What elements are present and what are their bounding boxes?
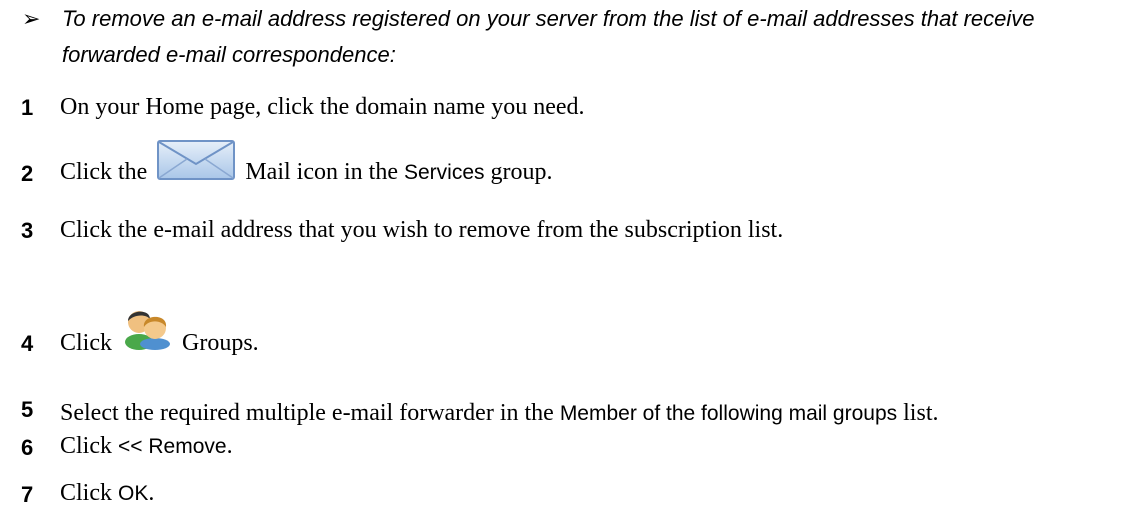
step-text: Click << Remove. [60,433,233,459]
procedure-title: To remove an e-mail address registered o… [62,6,1035,67]
step-number: 5 [21,397,34,422]
mail-envelope-icon [157,140,236,186]
step-1: 1 On your Home page, click the domain na… [21,82,1121,126]
step-text: Click Groups. [60,304,259,356]
step-number: 7 [21,482,34,507]
step-text: On your Home page, click the domain name… [60,94,585,120]
step-text: Click the Mail icon in the Services grou… [60,140,553,186]
step-2: 2 Click the Mail icon in the Services gr… [21,140,1121,192]
groups-users-icon [122,304,172,356]
ui-label-remove: << Remove [118,435,227,458]
step-4: 4 Click Groups. [21,311,1121,362]
step-7: 7 Click OK. [21,469,1121,513]
arrow-bullet-icon: ➢ [22,7,41,32]
step-number: 2 [21,161,34,186]
step-6: 6 Click << Remove. [21,422,1121,466]
step-number: 6 [21,435,34,460]
step-3: 3 Click the e-mail address that you wish… [21,205,1121,249]
step-text: Click OK. [60,480,155,506]
step-number: 3 [21,218,34,243]
ui-label-services: Services [403,161,485,184]
step-number: 4 [21,331,34,356]
document-page: ➢ To remove an e-mail address registered… [0,0,1129,521]
step-number: 1 [21,95,34,120]
ui-label-ok: OK [118,482,149,505]
step-text: Click the e-mail address that you wish t… [60,217,784,243]
